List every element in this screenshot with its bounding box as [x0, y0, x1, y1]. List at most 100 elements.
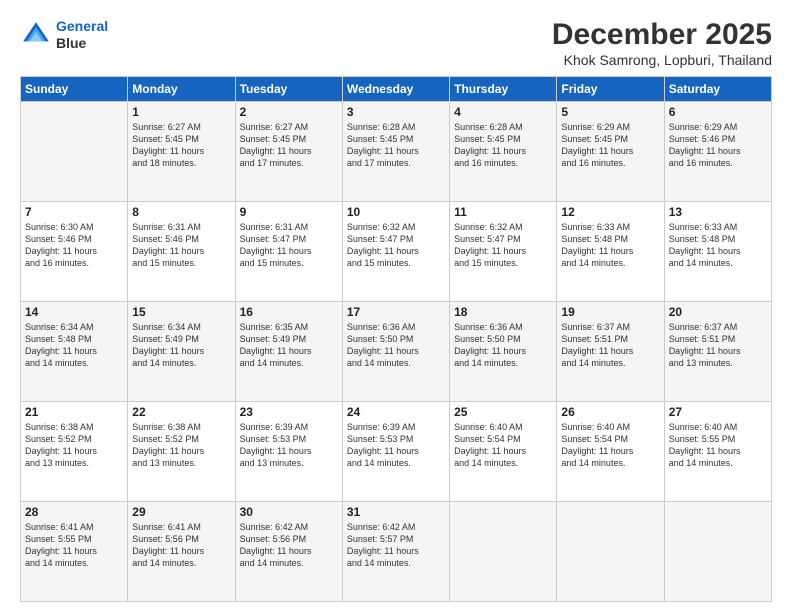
calendar-cell: 2 Sunrise: 6:27 AMSunset: 5:45 PMDaylight… [235, 102, 342, 202]
calendar-cell: 14 Sunrise: 6:34 AMSunset: 5:48 PMDayligh… [21, 302, 128, 402]
calendar-cell: 8 Sunrise: 6:31 AMSunset: 5:46 PMDaylight… [128, 202, 235, 302]
cell-day-number: 16 [240, 305, 338, 319]
calendar-cell: 17Sunrise: 6:36 AMSunset: 5:50 PMDayligh… [342, 302, 449, 402]
cell-info: Sunrise: 6:36 AMSunset: 5:50 PMDaylight:… [454, 321, 552, 370]
cell-day-number: 15 [132, 305, 230, 319]
calendar-cell: 6 Sunrise: 6:29 AMSunset: 5:46 PMDaylight… [664, 102, 771, 202]
calendar-cell [21, 102, 128, 202]
cell-day-number: 21 [25, 405, 123, 419]
calendar-week-2: 14 Sunrise: 6:34 AMSunset: 5:48 PMDayligh… [21, 302, 772, 402]
cell-info: Sunrise: 6:41 AMSunset: 5:55 PMDaylight:… [25, 521, 123, 570]
calendar-cell: 9Sunrise: 6:31 AMSunset: 5:47 PMDaylight… [235, 202, 342, 302]
subtitle: Khok Samrong, Lopburi, Thailand [552, 52, 772, 68]
cell-day-number: 5 [561, 105, 659, 119]
cell-info: Sunrise: 6:30 AMSunset: 5:46 PMDaylight:… [25, 221, 123, 270]
calendar-cell: 19 Sunrise: 6:37 AMSunset: 5:51 PMDayligh… [557, 302, 664, 402]
logo-line2: Blue [56, 35, 108, 52]
cell-day-number: 31 [347, 505, 445, 519]
calendar-week-1: 7Sunrise: 6:30 AMSunset: 5:46 PMDaylight… [21, 202, 772, 302]
calendar-cell: 20 Sunrise: 6:37 AMSunset: 5:51 PMDayligh… [664, 302, 771, 402]
cell-day-number: 28 [25, 505, 123, 519]
logo: General Blue [20, 18, 108, 52]
cell-info: Sunrise: 6:37 AMSunset: 5:51 PMDaylight:… [669, 321, 767, 370]
calendar-cell: 10Sunrise: 6:32 AMSunset: 5:47 PMDayligh… [342, 202, 449, 302]
cell-day-number: 17 [347, 305, 445, 319]
calendar-cell: 1 Sunrise: 6:27 AMSunset: 5:45 PMDaylight… [128, 102, 235, 202]
cell-day-number: 12 [561, 205, 659, 219]
calendar-cell: 13 Sunrise: 6:33 AMSunset: 5:48 PMDayligh… [664, 202, 771, 302]
cell-info: Sunrise: 6:40 AMSunset: 5:54 PMDaylight:… [561, 421, 659, 470]
cell-day-number: 22 [132, 405, 230, 419]
cell-info: Sunrise: 6:27 AMSunset: 5:45 PMDaylight:… [240, 121, 338, 170]
cell-day-number: 14 [25, 305, 123, 319]
header: General Blue December 2025 Khok Samrong,… [20, 18, 772, 68]
calendar-cell: 24 Sunrise: 6:39 AMSunset: 5:53 PMDayligh… [342, 402, 449, 502]
cell-info: Sunrise: 6:31 AMSunset: 5:47 PMDaylight:… [240, 221, 338, 270]
cell-info: Sunrise: 6:41 AMSunset: 5:56 PMDaylight:… [132, 521, 230, 570]
calendar-cell: 18 Sunrise: 6:36 AMSunset: 5:50 PMDayligh… [450, 302, 557, 402]
cell-info: Sunrise: 6:35 AMSunset: 5:49 PMDaylight:… [240, 321, 338, 370]
cell-info: Sunrise: 6:37 AMSunset: 5:51 PMDaylight:… [561, 321, 659, 370]
calendar-cell [664, 502, 771, 602]
calendar-cell: 28 Sunrise: 6:41 AMSunset: 5:55 PMDayligh… [21, 502, 128, 602]
cell-info: Sunrise: 6:32 AMSunset: 5:47 PMDaylight:… [454, 221, 552, 270]
calendar-cell: 23Sunrise: 6:39 AMSunset: 5:53 PMDayligh… [235, 402, 342, 502]
cell-day-number: 29 [132, 505, 230, 519]
header-thursday: Thursday [450, 77, 557, 102]
cell-day-number: 1 [132, 105, 230, 119]
cell-info: Sunrise: 6:33 AMSunset: 5:48 PMDaylight:… [561, 221, 659, 270]
cell-info: Sunrise: 6:34 AMSunset: 5:49 PMDaylight:… [132, 321, 230, 370]
calendar-cell: 26 Sunrise: 6:40 AMSunset: 5:54 PMDayligh… [557, 402, 664, 502]
calendar-week-0: 1 Sunrise: 6:27 AMSunset: 5:45 PMDaylight… [21, 102, 772, 202]
page: General Blue December 2025 Khok Samrong,… [0, 0, 792, 612]
header-wednesday: Wednesday [342, 77, 449, 102]
cell-info: Sunrise: 6:38 AMSunset: 5:52 PMDaylight:… [132, 421, 230, 470]
main-title: December 2025 [552, 18, 772, 52]
calendar-table: SundayMondayTuesdayWednesdayThursdayFrid… [20, 76, 772, 602]
calendar-cell: 4 Sunrise: 6:28 AMSunset: 5:45 PMDaylight… [450, 102, 557, 202]
title-block: December 2025 Khok Samrong, Lopburi, Tha… [552, 18, 772, 68]
logo-icon [20, 19, 52, 51]
calendar-cell: 12 Sunrise: 6:33 AMSunset: 5:48 PMDayligh… [557, 202, 664, 302]
logo-line1: General [56, 18, 108, 34]
logo-text: General Blue [56, 18, 108, 52]
cell-info: Sunrise: 6:29 AMSunset: 5:46 PMDaylight:… [669, 121, 767, 170]
calendar-week-4: 28 Sunrise: 6:41 AMSunset: 5:55 PMDayligh… [21, 502, 772, 602]
cell-day-number: 26 [561, 405, 659, 419]
calendar-cell: 3Sunrise: 6:28 AMSunset: 5:45 PMDaylight… [342, 102, 449, 202]
calendar-week-3: 21 Sunrise: 6:38 AMSunset: 5:52 PMDayligh… [21, 402, 772, 502]
calendar-header-row: SundayMondayTuesdayWednesdayThursdayFrid… [21, 77, 772, 102]
cell-info: Sunrise: 6:31 AMSunset: 5:46 PMDaylight:… [132, 221, 230, 270]
calendar-cell: 22 Sunrise: 6:38 AMSunset: 5:52 PMDayligh… [128, 402, 235, 502]
cell-info: Sunrise: 6:40 AMSunset: 5:55 PMDaylight:… [669, 421, 767, 470]
cell-day-number: 24 [347, 405, 445, 419]
cell-day-number: 13 [669, 205, 767, 219]
cell-info: Sunrise: 6:38 AMSunset: 5:52 PMDaylight:… [25, 421, 123, 470]
calendar-cell: 15 Sunrise: 6:34 AMSunset: 5:49 PMDayligh… [128, 302, 235, 402]
cell-day-number: 25 [454, 405, 552, 419]
calendar-cell: 30Sunrise: 6:42 AMSunset: 5:56 PMDayligh… [235, 502, 342, 602]
cell-day-number: 3 [347, 105, 445, 119]
cell-day-number: 6 [669, 105, 767, 119]
header-monday: Monday [128, 77, 235, 102]
cell-day-number: 19 [561, 305, 659, 319]
cell-info: Sunrise: 6:27 AMSunset: 5:45 PMDaylight:… [132, 121, 230, 170]
cell-day-number: 20 [669, 305, 767, 319]
cell-info: Sunrise: 6:42 AMSunset: 5:57 PMDaylight:… [347, 521, 445, 570]
cell-info: Sunrise: 6:34 AMSunset: 5:48 PMDaylight:… [25, 321, 123, 370]
cell-day-number: 18 [454, 305, 552, 319]
cell-info: Sunrise: 6:29 AMSunset: 5:45 PMDaylight:… [561, 121, 659, 170]
cell-day-number: 4 [454, 105, 552, 119]
calendar-cell: 27Sunrise: 6:40 AMSunset: 5:55 PMDayligh… [664, 402, 771, 502]
cell-day-number: 30 [240, 505, 338, 519]
cell-day-number: 8 [132, 205, 230, 219]
calendar-cell: 7Sunrise: 6:30 AMSunset: 5:46 PMDaylight… [21, 202, 128, 302]
cell-info: Sunrise: 6:28 AMSunset: 5:45 PMDaylight:… [454, 121, 552, 170]
calendar-cell [557, 502, 664, 602]
cell-day-number: 2 [240, 105, 338, 119]
cell-info: Sunrise: 6:33 AMSunset: 5:48 PMDaylight:… [669, 221, 767, 270]
cell-info: Sunrise: 6:32 AMSunset: 5:47 PMDaylight:… [347, 221, 445, 270]
cell-info: Sunrise: 6:39 AMSunset: 5:53 PMDaylight:… [347, 421, 445, 470]
calendar-cell: 16 Sunrise: 6:35 AMSunset: 5:49 PMDayligh… [235, 302, 342, 402]
cell-info: Sunrise: 6:40 AMSunset: 5:54 PMDaylight:… [454, 421, 552, 470]
